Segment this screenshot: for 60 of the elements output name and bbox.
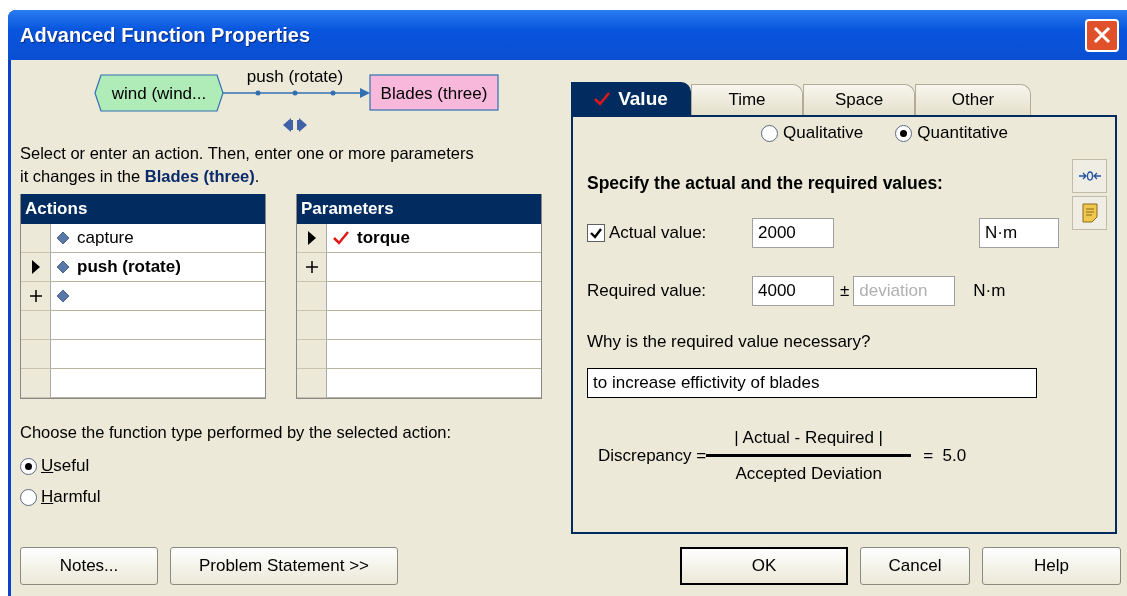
close-icon [1093,26,1111,44]
dialog-button[interactable]: Problem Statement >> [170,547,398,585]
radio-label[interactable]: Quantitative [917,123,1009,143]
source-node[interactable]: wind (wind... [94,74,224,112]
column-header: Actions [21,194,265,224]
numerator-text: | Actual - Required | [734,428,884,448]
row-header[interactable] [297,224,327,253]
row-header[interactable] [21,253,51,282]
target-node[interactable]: Blades (three) [369,74,499,111]
tab[interactable]: Other [915,84,1031,115]
deviation-field[interactable]: deviation [853,276,956,306]
plus-minus-sign: ± [840,281,850,301]
check-icon [594,92,611,106]
unit-field[interactable]: N·m [979,218,1059,248]
action-label: push (rotate) [246,67,344,86]
table-cell[interactable]: torque [327,224,541,253]
prompt-text: Choose the function type performed by the selected action: [20,423,453,442]
field-label: Required value: [587,281,708,301]
plus-icon [305,261,318,273]
radio-button[interactable] [895,124,913,142]
denominator-text: Accepted Deviation [735,464,882,484]
field-label: Actual value: [609,223,708,243]
formula-label: Discrepancy = [598,446,707,466]
row-header[interactable] [21,282,51,311]
row-header[interactable] [297,253,327,282]
radio-button[interactable] [20,457,37,475]
required-value-field[interactable]: 4000 [752,276,834,306]
tab[interactable]: Space [803,84,915,115]
pin-zero-icon [1078,170,1101,182]
current-row-icon [30,259,41,275]
zero-button[interactable] [1072,159,1107,193]
table-cell[interactable]: capture [51,224,265,253]
current-row-icon [306,230,317,246]
close-button[interactable] [1085,18,1119,52]
result-text: = 5.0 [923,446,967,466]
dialog-button[interactable]: Help [982,547,1121,585]
radio-label[interactable]: Useful [41,456,90,476]
tab[interactable]: Time [691,84,803,115]
dialog-button[interactable]: OK [680,547,848,585]
question-text: Why is the required value necessary? [587,332,872,352]
actual-value-field[interactable]: 2000 [752,218,834,248]
heading-text: Specify the actual and the required values: [587,173,944,194]
unit-label: N·m [973,281,1006,301]
plus-icon [29,290,42,302]
radio-button[interactable] [761,124,778,142]
table-cell[interactable]: push (rotate) [51,253,265,282]
double-arrow-icon[interactable] [283,118,307,132]
radio-button[interactable] [20,488,37,506]
radio-label[interactable]: Harmful [41,487,101,507]
checkbox[interactable] [587,224,605,242]
window-title: Advanced Function Properties [20,23,311,47]
dialog-button[interactable]: Cancel [860,547,970,585]
tab[interactable]: Value [571,82,691,115]
dialog-button[interactable]: Notes... [20,547,158,585]
column-header: Parameters [297,194,541,224]
note-icon [1080,203,1099,223]
checkmark-icon [589,226,603,240]
instruction-text: Select or enter an action. Then, enter one or more parameters it changes in the Blades (three). [20,143,475,187]
answer-field[interactable]: to increase effictivity of blades [587,368,1037,398]
radio-label[interactable]: Qualitative [783,123,864,143]
